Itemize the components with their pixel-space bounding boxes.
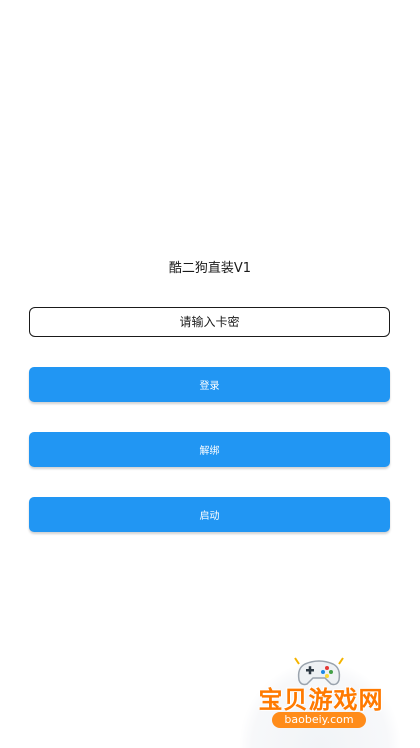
card-key-input[interactable]: [30, 308, 389, 336]
login-button[interactable]: 登录: [29, 367, 390, 402]
start-button[interactable]: 启动: [29, 497, 390, 532]
watermark-brand-text: 宝贝游戏网: [258, 686, 384, 714]
app-screen: 酷二狗直装V1 登录 解绑 启动 宝贝游戏网 baobeiy.com: [0, 0, 420, 748]
app-title: 酷二狗直装V1: [168, 261, 252, 276]
watermark: 宝贝游戏网 baobeiy.com: [240, 650, 400, 748]
card-key-field[interactable]: [29, 307, 390, 337]
watermark-url-text: baobeiy.com: [272, 712, 366, 728]
unbind-button[interactable]: 解绑: [29, 432, 390, 467]
